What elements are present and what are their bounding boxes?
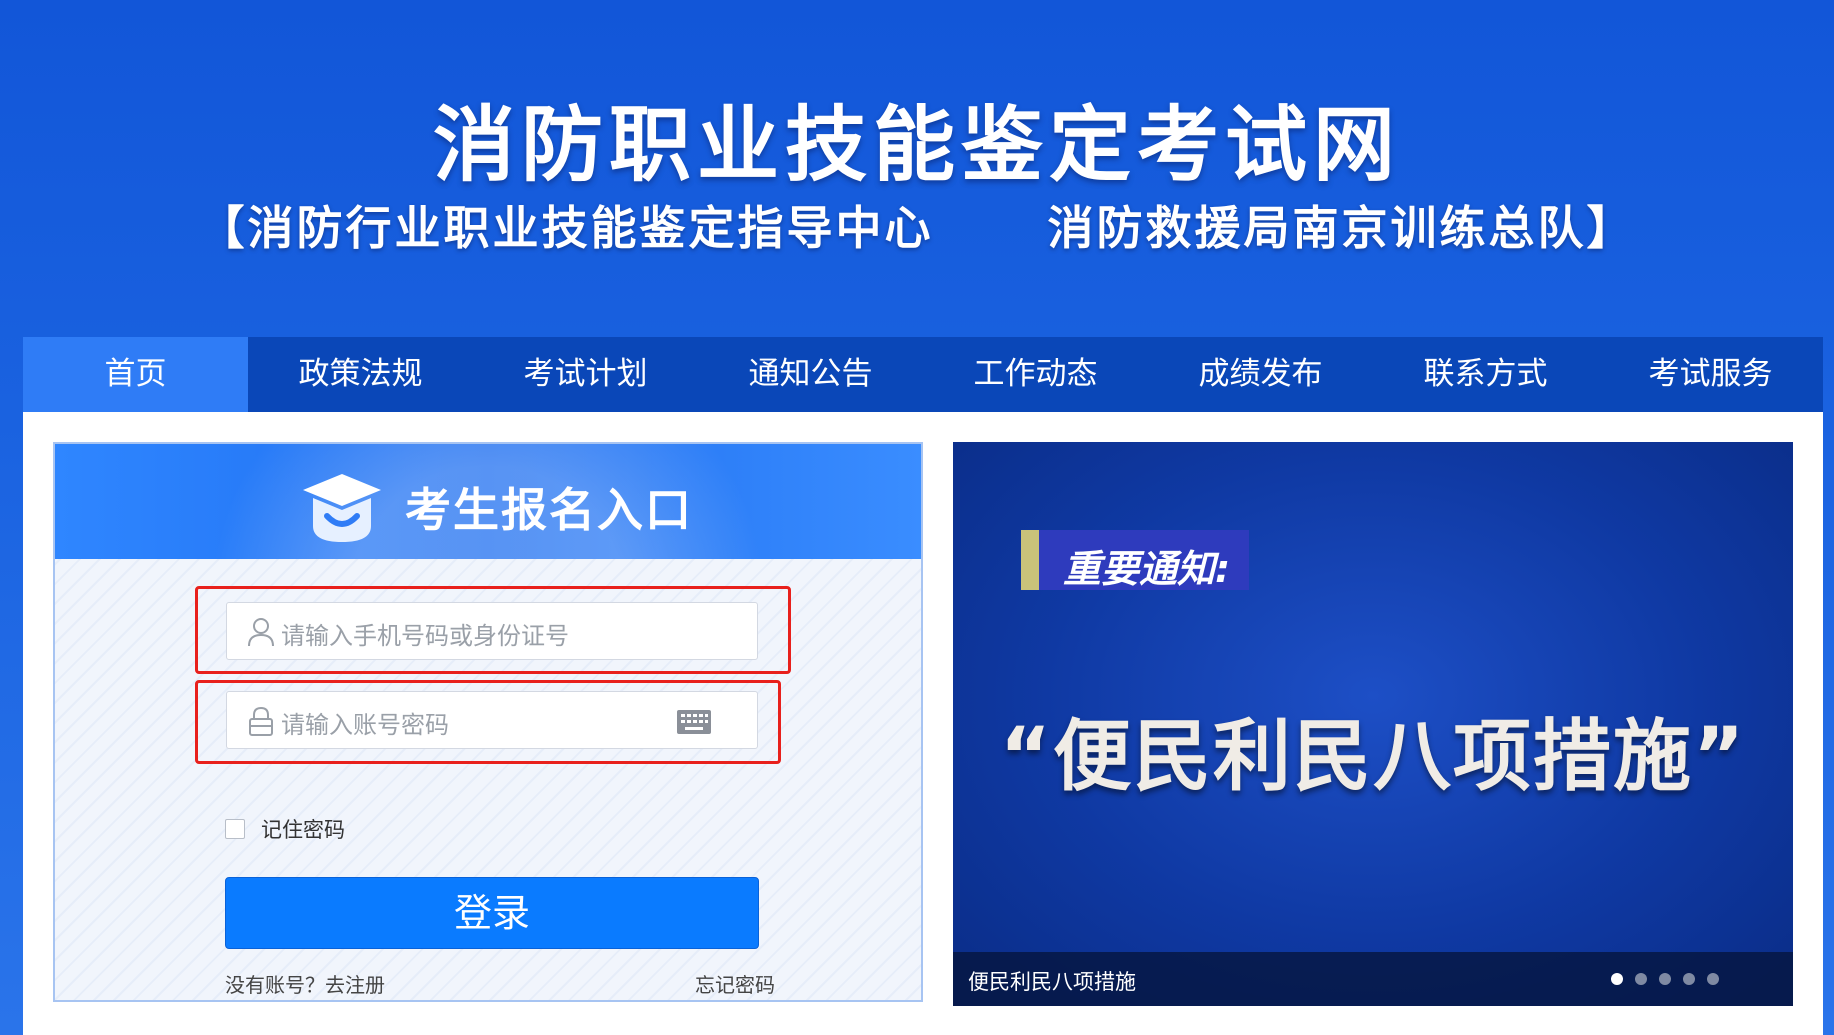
slide-headline: “便民利民八项措施”	[999, 712, 1747, 802]
password-field[interactable]: 请输入账号密码	[226, 691, 758, 749]
news-carousel[interactable]: 重要通知: “便民利民八项措施” 便民利民八项措施	[953, 442, 1793, 1006]
carousel-dot[interactable]	[1683, 973, 1695, 985]
keyboard-icon[interactable]	[677, 710, 711, 734]
remember-label: 记住密码	[261, 818, 345, 842]
site-header: 消防职业技能鉴定考试网 【消防行业职业技能鉴定指导中心 消防救援局南京训练总队】	[0, 0, 1834, 336]
login-button[interactable]: 登录	[225, 877, 759, 949]
login-title: 考生报名入口	[405, 483, 693, 537]
remember-checkbox[interactable]	[225, 819, 245, 839]
nav-item-contact[interactable]: 联系方式	[1373, 337, 1598, 412]
register-link[interactable]: 没有账号？去注册	[225, 969, 385, 998]
nav-item-notices[interactable]: 通知公告	[698, 337, 923, 412]
username-highlight: 请输入手机号码或身份证号	[195, 586, 791, 674]
user-icon	[248, 618, 274, 647]
carousel-dots	[1611, 973, 1719, 985]
login-header: 考生报名入口	[55, 444, 921, 559]
password-placeholder: 请输入账号密码	[281, 711, 449, 739]
login-panel: 考生报名入口 请输入手机号码或身份证号 请输入账号密码 记住密码 登录 没有账号…	[53, 442, 923, 1002]
main-content: 考生报名入口 请输入手机号码或身份证号 请输入账号密码 记住密码 登录 没有账号…	[23, 412, 1823, 1035]
nav-item-exam-plan[interactable]: 考试计划	[473, 337, 698, 412]
graduation-cap-icon	[303, 474, 381, 542]
main-nav: 首页 政策法规 考试计划 通知公告 工作动态 成绩发布 联系方式 考试服务	[23, 337, 1823, 412]
username-field[interactable]: 请输入手机号码或身份证号	[226, 602, 758, 660]
nav-item-services[interactable]: 考试服务	[1598, 337, 1823, 412]
notice-tag: 重要通知:	[1063, 547, 1231, 591]
site-subtitle: 【消防行业职业技能鉴定指导中心 消防救援局南京训练总队】	[198, 201, 1636, 255]
username-placeholder: 请输入手机号码或身份证号	[281, 622, 569, 650]
remember-row: 记住密码	[225, 814, 345, 844]
carousel-caption[interactable]: 便民利民八项措施	[968, 966, 1136, 996]
nav-item-policy[interactable]: 政策法规	[248, 337, 473, 412]
carousel-dot[interactable]	[1611, 973, 1623, 985]
site-title: 消防职业技能鉴定考试网	[432, 98, 1401, 193]
password-highlight: 请输入账号密码	[195, 680, 781, 764]
carousel-dot[interactable]	[1707, 973, 1719, 985]
nav-item-home[interactable]: 首页	[23, 337, 248, 412]
carousel-dot[interactable]	[1659, 973, 1671, 985]
lock-icon	[249, 706, 273, 736]
carousel-caption-bar: 便民利民八项措施	[953, 952, 1793, 1006]
carousel-dot[interactable]	[1635, 973, 1647, 985]
nav-item-news[interactable]: 工作动态	[923, 337, 1148, 412]
forgot-password-link[interactable]: 忘记密码	[695, 969, 775, 998]
nav-item-results[interactable]: 成绩发布	[1148, 337, 1373, 412]
